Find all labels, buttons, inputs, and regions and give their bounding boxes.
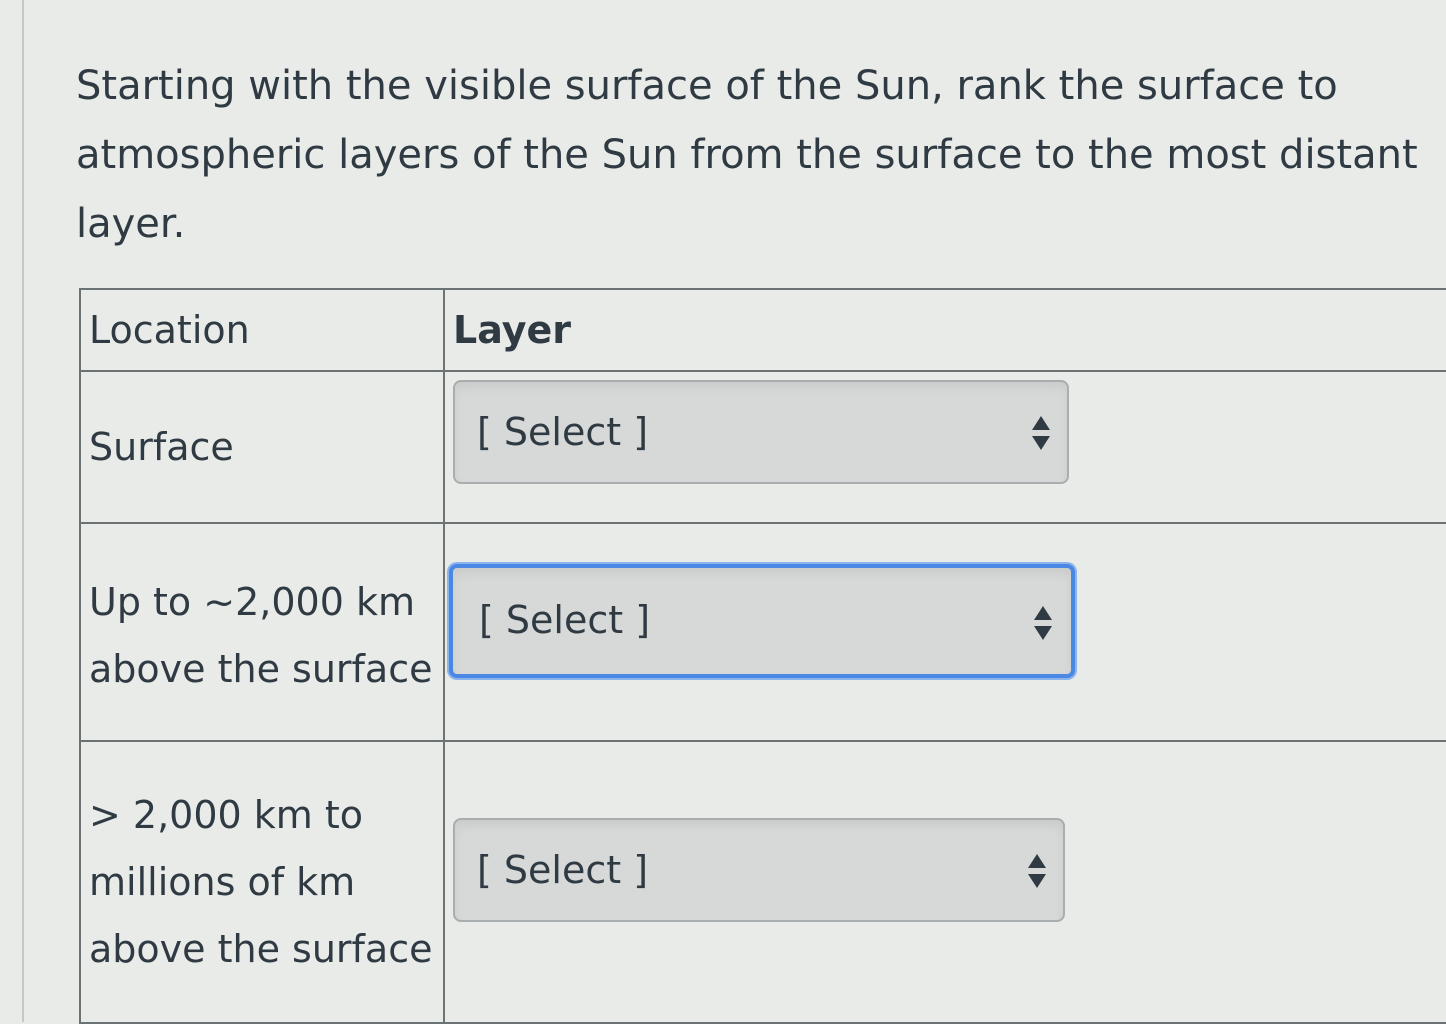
location-cell: Surface — [79, 370, 445, 524]
table-row: > 2,000 km to millions of km above the s… — [79, 740, 1446, 1024]
up-down-arrows-icon — [1032, 416, 1050, 450]
location-cell: > 2,000 km to millions of km above the s… — [79, 740, 445, 1024]
table-row: Surface [ Select ] — [79, 370, 1446, 524]
up-down-arrows-icon — [1034, 606, 1052, 640]
page-left-border — [22, 0, 24, 1022]
layer-select[interactable]: [ Select ] — [453, 380, 1069, 484]
select-value: [ Select ] — [477, 410, 649, 454]
select-value: [ Select ] — [477, 848, 649, 892]
select-value: [ Select ] — [479, 598, 651, 642]
layer-cell: [ Select ] — [443, 370, 1446, 524]
table-header-row: Location Layer — [79, 288, 1446, 372]
column-header-layer: Layer — [443, 288, 1446, 372]
location-cell: Up to ~2,000 km above the surface — [79, 522, 445, 742]
layer-cell: [ Select ] — [443, 740, 1446, 1024]
up-down-arrows-icon — [1028, 854, 1046, 888]
table-row: Up to ~2,000 km above the surface [ Sele… — [79, 522, 1446, 742]
layer-cell: [ Select ] — [443, 522, 1446, 742]
question-text: Starting with the visible surface of the… — [76, 63, 1418, 247]
layer-select[interactable]: [ Select ] — [453, 818, 1065, 922]
answer-table: Location Layer Surface [ Select ] Up to … — [79, 288, 1446, 1024]
layer-select[interactable]: [ Select ] — [449, 564, 1075, 678]
column-header-location: Location — [79, 288, 445, 372]
